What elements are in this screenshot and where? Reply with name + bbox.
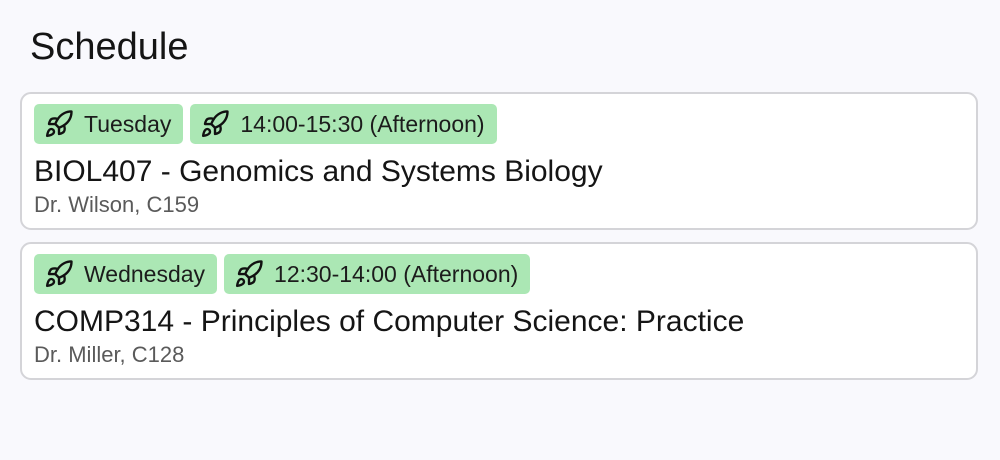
course-tags: Wednesday 12:30-14:00 (Afternoon) (34, 254, 531, 294)
course-title: COMP314 - Principles of Computer Science… (34, 305, 745, 338)
page-title: Schedule (30, 26, 189, 68)
day-label: Tuesday (84, 110, 172, 137)
rocket-icon (44, 259, 74, 289)
day-tag: Tuesday (34, 104, 184, 144)
time-label: 12:30-14:00 (Afternoon) (274, 260, 519, 287)
day-label: Wednesday (84, 260, 206, 287)
rocket-icon (44, 109, 74, 139)
time-label: 14:00-15:30 (Afternoon) (240, 110, 485, 137)
course-card[interactable]: Wednesday 12:30-14:00 (Afternoon) COMP31… (20, 242, 978, 380)
course-card[interactable]: Tuesday 14:00-15:30 (Afternoon) BIOL407 … (20, 92, 978, 230)
course-title: BIOL407 - Genomics and Systems Biology (34, 155, 603, 188)
course-instructor-room: Dr. Wilson, C159 (34, 192, 200, 217)
day-tag: Wednesday (34, 254, 218, 294)
rocket-icon (234, 259, 264, 289)
time-tag: 14:00-15:30 (Afternoon) (190, 104, 497, 144)
course-tags: Tuesday 14:00-15:30 (Afternoon) (34, 104, 497, 144)
course-instructor-room: Dr. Miller, C128 (34, 342, 185, 367)
rocket-icon (200, 109, 230, 139)
time-tag: 12:30-14:00 (Afternoon) (224, 254, 531, 294)
